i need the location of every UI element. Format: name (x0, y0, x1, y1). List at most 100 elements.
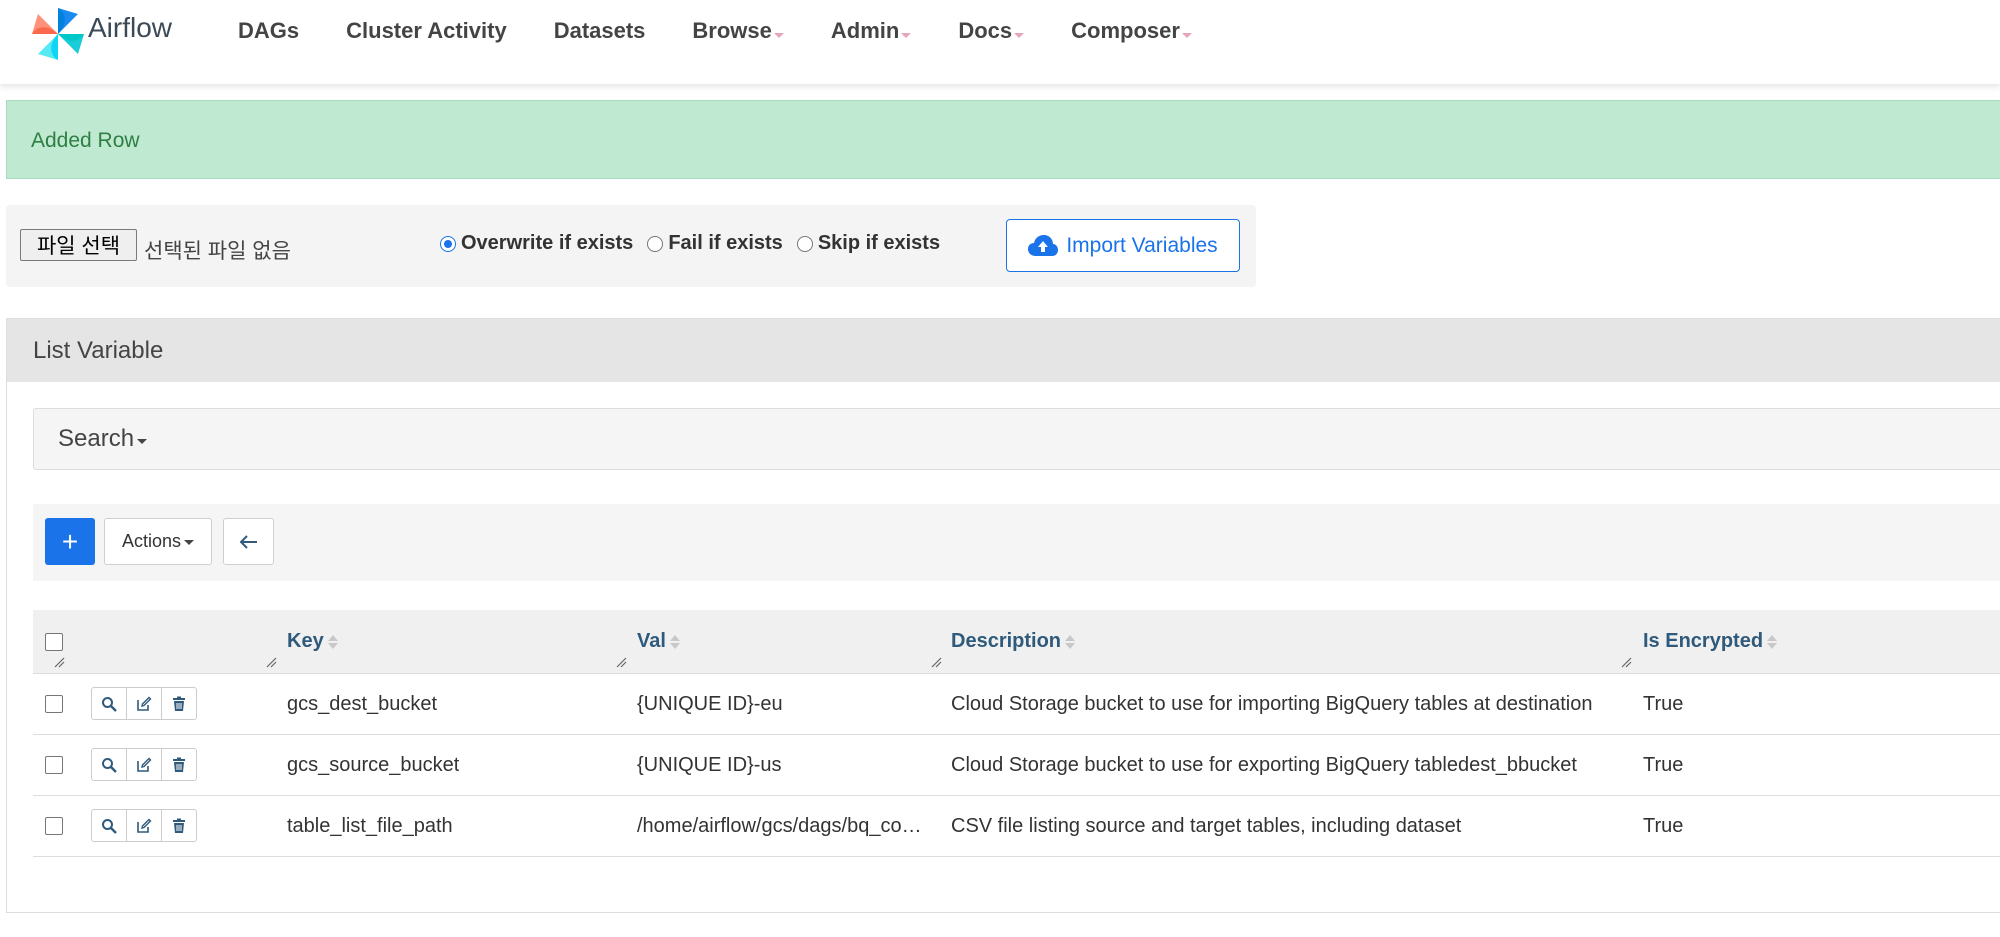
actions-dropdown-button[interactable]: Actions (104, 518, 212, 565)
import-variables-form: 파일 선택 선택된 파일 없음 Overwrite if exists Fail… (6, 205, 1256, 287)
column-resize-icon[interactable] (1620, 656, 1632, 668)
sort-icon (1065, 634, 1076, 649)
cell-description: CSV file listing source and target table… (951, 815, 1462, 837)
variables-table: Key Val Description Is Encrypted gcs_des… (33, 610, 2000, 857)
row-checkbox[interactable] (45, 695, 63, 713)
brand-name: Airflow (88, 12, 173, 43)
cell-val: {UNIQUE ID}-us (637, 753, 782, 776)
chevron-down-icon (1181, 33, 1192, 38)
edit-record-button[interactable] (126, 809, 162, 842)
radio-overwrite-button[interactable] (440, 235, 456, 252)
airflow-logo-icon (32, 8, 84, 60)
sort-icon (1767, 634, 1778, 649)
column-key-label: Key (287, 630, 324, 652)
edit-record-button[interactable] (126, 687, 162, 720)
file-choose-button[interactable]: 파일 선택 (20, 229, 137, 261)
column-header-key[interactable]: Key (287, 610, 338, 673)
import-mode-radio-group: Overwrite if exists Fail if exists Skip … (440, 232, 954, 255)
cell-key: gcs_dest_bucket (287, 692, 438, 715)
select-all-checkbox[interactable] (45, 632, 63, 651)
edit-icon (137, 818, 152, 833)
search-icon (102, 818, 117, 834)
cell-val: {UNIQUE ID}-eu (637, 692, 783, 715)
chevron-down-icon (901, 33, 912, 38)
column-header-is-encrypted[interactable]: Is Encrypted (1643, 610, 1778, 673)
nav-admin-label: Admin (830, 18, 900, 43)
cell-description: Cloud Storage bucket to use for exportin… (951, 754, 1577, 776)
brand-link[interactable]: Airflow (28, 4, 172, 64)
list-variable-panel: List Variable Search + Actions Key Val D… (6, 318, 2000, 913)
cell-is-encrypted: True (1643, 814, 1684, 837)
flash-message: Added Row (31, 129, 140, 152)
nav-datasets-label: Datasets (553, 18, 646, 43)
row-action-buttons (91, 809, 197, 842)
column-header-description[interactable]: Description (951, 610, 1076, 673)
delete-record-button[interactable] (161, 748, 197, 781)
arrow-left-icon (239, 534, 257, 549)
sort-icon (669, 634, 680, 649)
nav-docs[interactable]: Docs (958, 18, 1025, 44)
panel-title: List Variable (33, 337, 164, 364)
nav-dags[interactable]: DAGs (238, 18, 299, 44)
column-resize-icon[interactable] (265, 656, 277, 668)
trash-icon (173, 818, 185, 833)
nav-browse[interactable]: Browse (692, 18, 784, 44)
radio-fail[interactable]: Fail if exists (647, 232, 783, 255)
back-button[interactable] (223, 518, 274, 565)
nav-composer-label: Composer (1071, 18, 1180, 43)
cell-val: /home/airflow/gcs/dags/bq_copy_eu_to_us_… (637, 815, 923, 837)
import-variables-button[interactable]: Import Variables (1006, 219, 1240, 272)
add-record-button[interactable]: + (45, 518, 95, 565)
cloud-upload-icon (1028, 234, 1059, 256)
nav-dags-label: DAGs (238, 18, 300, 43)
table-header: Key Val Description Is Encrypted (33, 610, 2000, 674)
row-checkbox[interactable] (45, 756, 63, 774)
edit-record-button[interactable] (126, 748, 162, 781)
search-icon (102, 757, 117, 773)
chevron-down-icon (1014, 33, 1025, 38)
nav-docs-label: Docs (958, 18, 1013, 43)
radio-skip[interactable]: Skip if exists (796, 232, 941, 255)
show-record-button[interactable] (91, 687, 127, 720)
column-resize-icon[interactable] (930, 656, 942, 668)
radio-fail-label: Fail if exists (668, 232, 783, 254)
trash-icon (173, 757, 185, 772)
nav-datasets[interactable]: Datasets (554, 18, 646, 44)
column-is-encrypted-label: Is Encrypted (1643, 630, 1764, 652)
sort-icon (327, 634, 338, 649)
row-select-cell (45, 674, 63, 734)
nav-composer[interactable]: Composer (1071, 18, 1192, 44)
actions-label: Actions (121, 531, 182, 551)
nav-admin[interactable]: Admin (830, 18, 912, 44)
column-resize-icon[interactable] (53, 656, 65, 668)
column-resize-icon[interactable] (615, 656, 627, 668)
nav-menu: DAGs Cluster Activity Datasets Browse Ad… (238, 18, 1239, 44)
edit-icon (137, 696, 152, 711)
table-row: gcs_dest_bucket {UNIQUE ID}-eu Cloud Sto… (33, 674, 2000, 735)
flash-success-alert: Added Row (6, 100, 2000, 179)
radio-skip-label: Skip if exists (817, 232, 941, 254)
cell-key: table_list_file_path (287, 814, 453, 837)
edit-icon (137, 757, 152, 772)
list-toolbar: + Actions (33, 504, 2000, 581)
chevron-down-icon (773, 33, 784, 38)
caret-down-icon (184, 540, 195, 545)
nav-browse-label: Browse (692, 18, 772, 43)
show-record-button[interactable] (91, 809, 127, 842)
search-toggle[interactable]: Search (33, 408, 2000, 470)
cell-is-encrypted: True (1643, 692, 1684, 715)
cell-description: Cloud Storage bucket to use for importin… (951, 693, 1593, 715)
radio-skip-button[interactable] (796, 235, 813, 252)
panel-heading: List Variable (7, 319, 2000, 382)
delete-record-button[interactable] (161, 809, 197, 842)
nav-cluster-activity[interactable]: Cluster Activity (346, 18, 507, 44)
radio-fail-button[interactable] (647, 235, 664, 252)
column-header-val[interactable]: Val (637, 610, 680, 673)
radio-overwrite[interactable]: Overwrite if exists (440, 232, 633, 255)
row-checkbox[interactable] (45, 817, 63, 835)
row-action-buttons (91, 687, 197, 720)
search-label: Search (58, 425, 135, 452)
delete-record-button[interactable] (161, 687, 197, 720)
show-record-button[interactable] (91, 748, 127, 781)
caret-down-icon (137, 438, 148, 444)
